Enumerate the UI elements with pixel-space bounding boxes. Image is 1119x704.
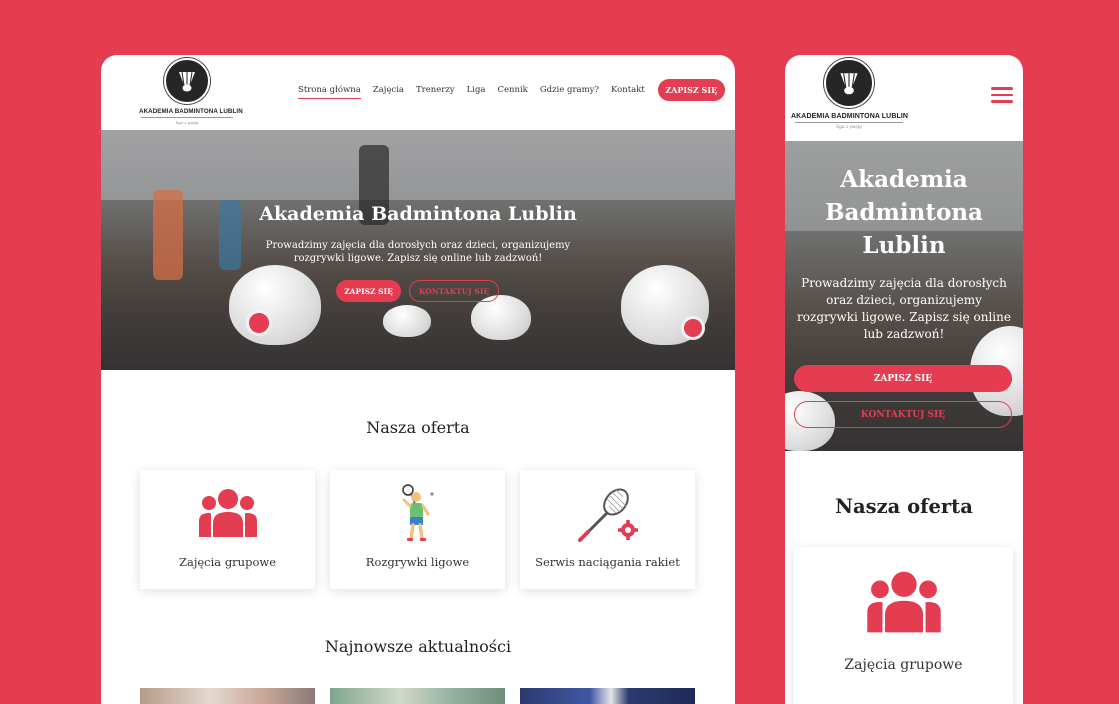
racket-service-icon (578, 488, 638, 542)
offer-card-label: Zajęcia grupowe (844, 657, 963, 673)
offer-section-title: Nasza oferta (366, 418, 470, 437)
logo-name: AKADEMIA BADMINTONA LUBLIN (791, 113, 909, 120)
nav-item-coaches[interactable]: Trenerzy (416, 85, 455, 95)
hero-description: Prowadzimy zajęcia dla dorosłych oraz dz… (265, 240, 571, 264)
badminton-player-icon (402, 484, 434, 541)
logo-name: AKADEMIA BADMINTONA LUBLIN (139, 108, 243, 115)
logo-divider (141, 117, 233, 118)
offer-card-league[interactable]: Rozgrywki ligowe (330, 470, 505, 589)
hero-banner: Akademia Badmintona Lublin Prowadzimy za… (101, 130, 735, 370)
group-icon (199, 489, 257, 537)
nav-item-league[interactable]: Liga (467, 85, 486, 95)
nav-signup-button[interactable]: ZAPISZ SIĘ (657, 79, 725, 101)
offer-card-group-classes[interactable]: Zajęcia grupowe (794, 547, 1013, 704)
logo-tagline: liga z pasją (836, 125, 862, 130)
desktop-preview: AKADEMIA BADMINTONA LUBLIN liga z pasją … (101, 55, 735, 704)
hero-signup-button[interactable]: ZAPISZ SIĘ (336, 280, 401, 302)
offer-section-title: Nasza oferta (835, 495, 973, 518)
hero-photo-shuttlecock (229, 265, 321, 345)
group-icon (867, 571, 941, 633)
hero-title: Akademia Badmintona Lublin (259, 203, 577, 225)
offer-card-label: Zajęcia grupowe (178, 555, 277, 569)
nav-item-contact[interactable]: Kontakt (611, 85, 645, 95)
offer-card-label: Serwis naciągania rakiet (535, 555, 680, 569)
news-thumbnail[interactable] (330, 688, 505, 704)
logo-tagline: liga z pasją (175, 120, 199, 125)
hero-photo-shuttlecock (383, 305, 431, 337)
news-thumbnail[interactable] (520, 688, 695, 704)
logo-divider (795, 122, 903, 123)
hero-contact-button[interactable]: KONTAKTUJ SIĘ (794, 401, 1012, 428)
shuttlecock-logo-icon (164, 58, 210, 104)
hero-photo-shuttlecock-cork (246, 310, 272, 336)
nav-item-where-we-play[interactable]: Gdzie gramy? (540, 85, 599, 95)
nav-item-pricing[interactable]: Cennik (497, 85, 527, 95)
main-nav: Strona główna Zajęcia Trenerzy Liga Cenn… (298, 79, 725, 101)
hero-contact-button[interactable]: KONTAKTUJ SIĘ (409, 280, 499, 302)
offer-card-label: Rozgrywki ligowe (365, 555, 470, 569)
hero-signup-button[interactable]: ZAPISZ SIĘ (794, 365, 1012, 392)
hero-photo-shuttlecock-cork (681, 316, 705, 340)
nav-item-classes[interactable]: Zajęcia (373, 85, 404, 95)
mobile-preview: AKADEMIA BADMINTONA LUBLIN liga z pasją … (785, 55, 1023, 704)
site-logo[interactable]: AKADEMIA BADMINTONA LUBLIN liga z pasją (791, 58, 909, 130)
offer-card-racket-service[interactable]: Serwis naciągania rakiet (520, 470, 695, 589)
site-logo[interactable]: AKADEMIA BADMINTONA LUBLIN liga z pasją (139, 58, 243, 125)
hamburger-menu-icon[interactable] (991, 87, 1013, 103)
nav-item-home[interactable]: Strona główna (298, 85, 361, 99)
hero-banner: Akademia Badmintona Lublin Prowadzimy za… (785, 141, 1023, 451)
hero-description: Prowadzimy zajęcia dla dorosłych oraz dz… (797, 276, 1011, 341)
hero-title: Akademia Badmintona Lublin (825, 166, 983, 259)
hero-buttons: ZAPISZ SIĘ KONTAKTUJ SIĘ (336, 280, 499, 302)
hall-window (101, 130, 735, 200)
news-section-title: Najnowsze aktualności (324, 637, 512, 656)
offer-card-group-classes[interactable]: Zajęcia grupowe (140, 470, 315, 589)
news-thumbnail[interactable] (140, 688, 315, 704)
shuttlecock-logo-icon (824, 58, 874, 108)
